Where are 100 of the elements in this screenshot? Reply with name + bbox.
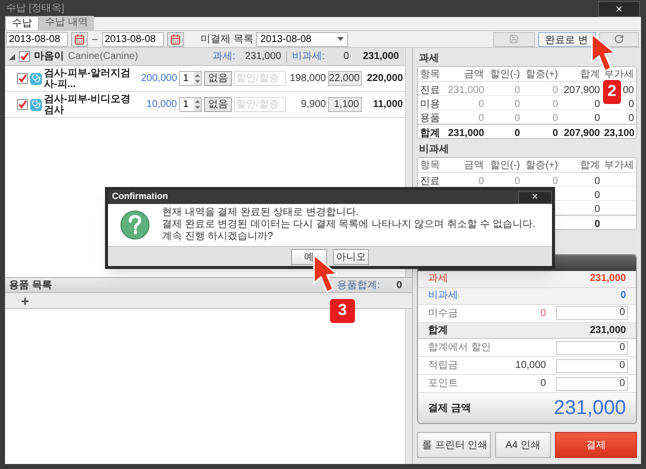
calendar-button[interactable]: [71, 32, 88, 46]
table-cell: 0: [552, 176, 558, 186]
summary-amount: 0: [540, 306, 546, 321]
supplies-total-label: 용품합계:: [337, 278, 380, 292]
vat-field[interactable]: 1,100: [328, 97, 362, 112]
column-header: 금액: [463, 158, 485, 172]
table-cell: 207,900: [564, 128, 600, 138]
complete-button[interactable]: 완료로 변: [538, 32, 596, 46]
calendar-icon: [74, 34, 85, 44]
table-cell: 0: [552, 128, 558, 138]
table-cell: 0: [514, 128, 520, 138]
help-icon: [120, 210, 150, 240]
table-cell: 0: [514, 84, 520, 96]
summary-label: 합계: [428, 324, 448, 338]
add-button[interactable]: +: [21, 294, 30, 308]
column-header: 합계: [579, 68, 601, 82]
item-total: 11,000: [372, 98, 403, 112]
table-cell: 0: [628, 112, 634, 124]
dialog-title: Confirmation: [112, 190, 168, 204]
patient-row[interactable]: 마음이 Canine(Canine) 과세: 231,000 비과세: 0 231,000: [5, 48, 405, 66]
expand-arrow-icon[interactable]: [9, 54, 15, 60]
item-amount: 198,000: [288, 72, 326, 86]
summary-label: 미수금: [428, 306, 458, 321]
summary-amount: 0: [540, 377, 546, 392]
table-cell: 0: [594, 176, 600, 186]
tab[interactable]: 수납: [5, 16, 39, 30]
item-amount: 9,900: [300, 98, 326, 112]
column-header: 할인(-): [489, 158, 521, 172]
item-name: 검사-피부-알러지검사-피...: [44, 68, 132, 90]
table-cell: 진료: [420, 84, 440, 96]
summary-label: 적립금: [428, 359, 458, 374]
spin-arrows-icon[interactable]: [194, 72, 201, 85]
step-badge: 2: [603, 80, 621, 104]
summary-value: 231,000: [590, 324, 626, 338]
amount-field[interactable]: 0: [556, 306, 628, 320]
amount-field[interactable]: 0: [556, 340, 628, 355]
section-title: 비과세: [418, 143, 450, 157]
refresh-icon: [614, 34, 624, 44]
date-field[interactable]: 2013-08-08: [102, 32, 164, 46]
table-cell: 0: [594, 190, 600, 200]
calendar-button[interactable]: [166, 32, 184, 46]
item-total: 220,000: [366, 72, 403, 86]
table-cell: 0: [514, 112, 520, 124]
quantity-spinner[interactable]: 1: [179, 97, 202, 112]
column-header: 항목: [419, 68, 441, 82]
summary-amount: 10,000: [515, 359, 546, 374]
column-header: 합계: [579, 158, 601, 172]
spin-arrows-icon[interactable]: [194, 98, 201, 111]
vat-field[interactable]: 22,000: [328, 71, 362, 86]
print-button[interactable]: 롤 프린터 인쇄: [417, 432, 491, 458]
table-cell: 0: [594, 112, 600, 124]
supplies-total: 0: [395, 278, 402, 292]
supplies-title: 용품 목록: [9, 278, 52, 292]
print-button[interactable]: A4 인쇄: [495, 432, 551, 458]
summary-label: 과세: [428, 272, 448, 286]
date-field[interactable]: 2013-08-08: [6, 32, 68, 46]
taxable-label: 과세:: [212, 50, 236, 64]
amount-field[interactable]: 0: [556, 376, 628, 391]
checkbox[interactable]: [17, 99, 28, 110]
table-cell: 0: [552, 98, 558, 110]
discount-button[interactable]: 없음: [204, 71, 232, 86]
table-cell: 207,900: [564, 84, 600, 96]
column-header: 부가세: [603, 158, 635, 172]
table-cell: 0: [478, 112, 484, 124]
discount-button[interactable]: 없음: [204, 97, 232, 112]
table-cell: 231,000: [448, 128, 484, 138]
checkbox[interactable]: [17, 73, 28, 84]
close-button[interactable]: ×: [598, 0, 640, 16]
table-cell: 0: [628, 98, 634, 110]
unpaid-list-label: 미결제 목록: [200, 32, 254, 46]
table-cell: 0: [514, 98, 520, 110]
window-title: 수납 [정태옥]: [6, 2, 64, 16]
checkbox[interactable]: [19, 51, 30, 62]
column-header: 금액: [463, 68, 485, 82]
date-select[interactable]: 2013-08-08: [256, 32, 348, 46]
quantity-spinner[interactable]: 1: [179, 71, 202, 86]
table-cell: 합계: [420, 128, 440, 138]
scrollbar-track[interactable]: [405, 309, 412, 464]
taxable-amount: 231,000: [244, 50, 282, 64]
save-icon: [509, 34, 519, 44]
pay-button[interactable]: 결제: [555, 432, 637, 458]
section-title: 과세: [418, 52, 440, 66]
exam-icon: [30, 72, 42, 84]
nontaxable-label: 비과세:: [292, 50, 325, 64]
table-cell: 0: [594, 218, 600, 230]
refresh-button[interactable]: [599, 32, 639, 46]
dialog-message: 현재 내역을 결제 완료된 상태로 변경합니다.: [162, 207, 360, 219]
step-badge: 3: [330, 299, 355, 323]
table-cell: 0: [552, 112, 558, 124]
item-price: 200,000: [141, 72, 177, 86]
item-price: 10,000: [145, 98, 177, 112]
summary-label: 비과세: [428, 289, 458, 304]
nontaxable-amount: 0: [342, 50, 349, 64]
no-button[interactable]: 아니오: [333, 248, 369, 264]
column-header: 할인(-): [489, 68, 521, 82]
amount-field[interactable]: 0: [556, 358, 628, 373]
tab[interactable]: 수납 내역: [39, 16, 94, 30]
column-header: 항목: [419, 158, 441, 172]
patient-species: Canine(Canine): [68, 50, 138, 64]
close-button[interactable]: ×: [518, 190, 552, 204]
